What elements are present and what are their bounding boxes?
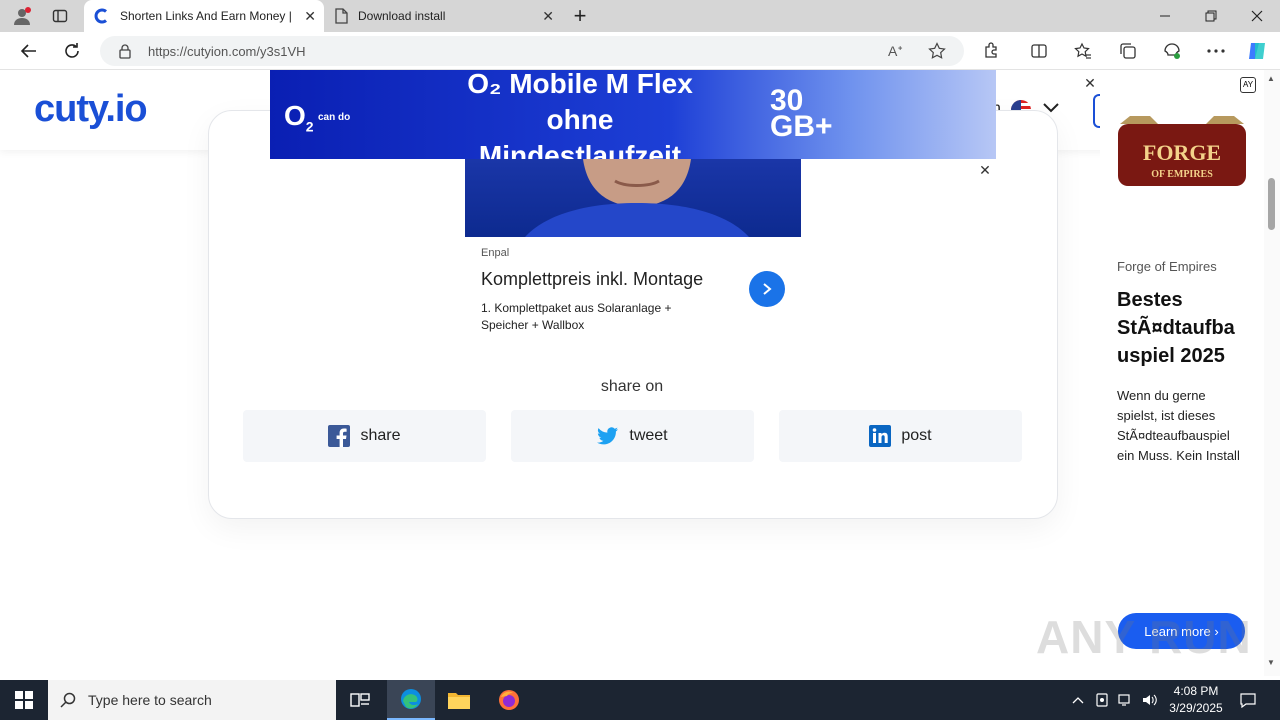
share-label: share	[360, 427, 401, 444]
url-text[interactable]: https://cutyion.com/y3s1VH	[148, 44, 306, 59]
ad-image[interactable]	[465, 159, 801, 237]
taskbar-search-box[interactable]: Type here to search	[48, 680, 336, 720]
read-aloud-icon[interactable]: Aᐩ	[888, 43, 903, 60]
side-ad-title[interactable]: Bestes StÃ¤dtaufba uspiel 2025	[1117, 286, 1235, 370]
share-heading: share on	[600, 378, 664, 395]
native-ad-title[interactable]: Komplettpreis inkl. Montage	[481, 269, 703, 290]
scroll-down-arrow-icon[interactable]: ▼	[1267, 658, 1275, 667]
close-window-icon[interactable]	[1234, 0, 1280, 32]
page-viewport: cuty.io n ✕ Enpal Komplettpreis inkl. Mo…	[0, 70, 1264, 676]
tab-download[interactable]: Download install ✕	[324, 0, 562, 32]
taskbar-clock[interactable]: 4:08 PM 3/29/2025	[1156, 683, 1236, 717]
o2-headline: O₂ Mobile M Flex ohne Mindestlaufzeit	[467, 70, 693, 159]
chevron-right-icon	[763, 283, 772, 295]
page-icon	[334, 8, 348, 24]
search-icon	[60, 692, 76, 708]
task-view-icon[interactable]	[336, 680, 384, 720]
o2-data-amount: 30 GB+	[770, 84, 833, 143]
tweet-label: tweet	[629, 427, 668, 444]
tray-device-icon[interactable]	[1090, 680, 1114, 720]
browser-essentials-icon[interactable]	[1157, 36, 1187, 66]
minimize-icon[interactable]	[1142, 0, 1188, 32]
tab-strip: Shorten Links And Earn Money | ✕ Downloa…	[0, 0, 1280, 32]
linkedin-icon	[869, 425, 892, 447]
back-icon[interactable]	[14, 36, 44, 66]
close-tab-icon[interactable]: ✕	[542, 8, 554, 25]
scrollbar-thumb[interactable]	[1268, 178, 1275, 230]
tab-cuty[interactable]: Shorten Links And Earn Money | ✕	[84, 0, 324, 32]
facebook-share-button[interactable]: share	[243, 410, 486, 462]
copilot-icon[interactable]	[1242, 36, 1272, 66]
profile-icon[interactable]	[8, 4, 36, 28]
post-label: post	[901, 427, 932, 444]
native-ad-desc-1: 1. Komplettpaket aus Solaranlage +	[481, 301, 672, 315]
close-tab-icon[interactable]: ✕	[304, 8, 316, 25]
native-ad-next-button[interactable]	[749, 271, 785, 307]
search-placeholder: Type here to search	[88, 692, 212, 708]
side-ad-body: Wenn du gerne spielst, ist dieses StÃ¤dt…	[1117, 388, 1240, 463]
o2-tagline: can do	[318, 112, 351, 123]
extensions-icon[interactable]	[976, 36, 1006, 66]
favorites-icon[interactable]	[1068, 36, 1098, 66]
favorite-star-icon[interactable]	[928, 42, 946, 60]
svg-text:OF EMPIRES: OF EMPIRES	[1151, 169, 1213, 180]
svg-text:FORGE: FORGE	[1143, 140, 1221, 165]
page-scrollbar[interactable]: ▲ ▼	[1264, 70, 1280, 676]
more-menu-icon[interactable]	[1201, 36, 1231, 66]
twitter-icon	[597, 427, 619, 445]
restore-icon[interactable]	[1188, 0, 1234, 32]
network-icon[interactable]	[1114, 680, 1138, 720]
tab-title: Download install	[358, 9, 446, 23]
windows-taskbar: Type here to search 4:08 PM 3/29/2025	[0, 680, 1280, 720]
site-logo[interactable]: cuty.io	[34, 88, 148, 131]
facebook-icon	[328, 425, 351, 447]
refresh-icon[interactable]	[57, 36, 87, 66]
lock-icon[interactable]	[118, 43, 132, 59]
forge-of-empires-logo[interactable]: FORGE OF EMPIRES	[1100, 114, 1264, 186]
windows-start-icon[interactable]	[0, 680, 48, 720]
scroll-up-arrow-icon[interactable]: ▲	[1267, 74, 1275, 83]
edge-icon[interactable]	[387, 680, 435, 720]
native-ad-desc-2: Speicher + Wallbox	[481, 318, 585, 332]
split-screen-icon[interactable]	[1024, 36, 1054, 66]
cuty-favicon-icon	[94, 8, 110, 24]
tab-actions-icon[interactable]	[46, 4, 74, 28]
twitter-share-button[interactable]: tweet	[511, 410, 754, 462]
o2-logo: O2	[284, 100, 314, 135]
notifications-icon[interactable]	[1236, 680, 1260, 720]
firefox-icon[interactable]	[485, 680, 533, 720]
native-ad-source: Enpal	[481, 247, 510, 259]
address-bar[interactable]: https://cutyion.com/y3s1VH Aᐩ	[100, 36, 964, 66]
side-ad-advertiser: Forge of Empires	[1117, 259, 1217, 274]
ad-close-icon[interactable]: ✕	[975, 160, 995, 180]
o2-banner-ad[interactable]: O2 can do O₂ Mobile M Flex ohne Mindestl…	[270, 70, 996, 159]
banner-close-icon[interactable]: ✕	[1080, 73, 1100, 93]
tray-chevron-up-icon[interactable]	[1066, 680, 1090, 720]
browser-toolbar: https://cutyion.com/y3s1VH Aᐩ	[0, 32, 1280, 70]
anyrun-watermark: ANY RUN	[1036, 611, 1252, 663]
new-tab-button[interactable]: +	[566, 2, 594, 30]
file-explorer-icon[interactable]	[435, 680, 483, 720]
tab-title: Shorten Links And Earn Money |	[120, 9, 292, 23]
adchoices-icon[interactable]: AY	[1240, 77, 1256, 93]
side-ad[interactable]: AY FORGE OF EMPIRES Forge of Empires Bes…	[1100, 70, 1264, 676]
linkedin-share-button[interactable]: post	[779, 410, 1022, 462]
collections-icon[interactable]	[1113, 36, 1143, 66]
